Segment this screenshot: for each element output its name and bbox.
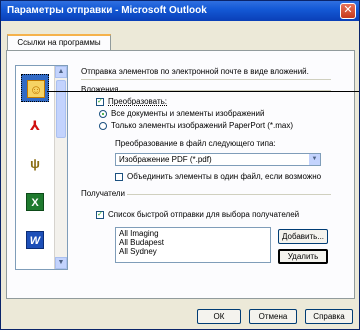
scroll-thumb[interactable]: [56, 80, 66, 138]
word-icon: W: [26, 231, 44, 249]
combine-checkbox[interactable]: [115, 173, 123, 181]
recipients-heading: Получатели: [81, 189, 126, 198]
scroll-up-icon[interactable]: ▲: [55, 66, 67, 78]
radio-paperport-only[interactable]: [99, 122, 107, 130]
radio-all-label: Все документы и элементы изображений: [111, 109, 265, 118]
list-item[interactable]: All Budapest: [119, 238, 267, 247]
list-item[interactable]: All Imaging: [119, 229, 267, 238]
combine-label: Объединить элементы в один файл, если во…: [127, 172, 322, 181]
app-item-paint[interactable]: ψ: [21, 150, 49, 178]
add-recipient-button[interactable]: Добавить...: [278, 229, 328, 244]
format-dropdown[interactable]: Изображение PDF (*.pdf) ▼: [115, 153, 321, 166]
chevron-down-icon[interactable]: ▼: [309, 154, 320, 165]
divider: [81, 79, 331, 80]
send-options-dialog: Параметры отправки - Microsoft Outlook ✕…: [0, 0, 360, 330]
divider: [127, 194, 331, 195]
divider: [119, 90, 331, 91]
close-icon: ✕: [343, 4, 353, 16]
scroll-down-icon[interactable]: ▼: [55, 257, 67, 269]
convert-to-label: Преобразование в файл следующего типа:: [115, 139, 276, 148]
convert-checkbox[interactable]: ✓: [96, 98, 104, 106]
attachments-heading: Вложения: [81, 85, 119, 94]
app-item-excel[interactable]: X: [21, 188, 49, 216]
radio-paperport-label: Только элементы изображений PaperPort (*…: [111, 121, 294, 130]
list-item[interactable]: All Sydney: [119, 247, 267, 256]
title-bar: Параметры отправки - Microsoft Outlook ✕: [1, 1, 359, 21]
window-title: Параметры отправки - Microsoft Outlook: [7, 5, 207, 16]
app-item-paperport[interactable]: ☺: [21, 74, 49, 102]
radio-all-documents[interactable]: [99, 110, 107, 118]
quicklist-label: Список быстрой отправки для выбора получ…: [108, 210, 300, 219]
format-value: Изображение PDF (*.pdf): [119, 155, 212, 164]
paint-icon: ψ: [30, 156, 40, 171]
convert-label: Преобразовать:: [108, 97, 168, 106]
application-list[interactable]: ☺ ⅄ ψ X W ▲ ▼: [15, 65, 68, 270]
ok-button[interactable]: ОК: [197, 309, 241, 324]
description-text: Отправка элементов по электронной почте …: [81, 67, 309, 76]
close-button[interactable]: ✕: [340, 3, 356, 19]
app-item-acrobat[interactable]: ⅄: [21, 112, 49, 140]
quicklist-checkbox[interactable]: ✓: [96, 211, 104, 219]
cancel-button[interactable]: Отмена: [249, 309, 297, 324]
remove-recipient-button[interactable]: Удалить: [278, 249, 328, 264]
acrobat-icon: ⅄: [30, 118, 40, 133]
excel-icon: X: [26, 193, 44, 211]
tab-program-links[interactable]: Ссылки на программы: [7, 34, 111, 50]
recipients-list[interactable]: All Imaging All Budapest All Sydney: [115, 227, 271, 263]
app-list-scrollbar[interactable]: ▲ ▼: [54, 66, 67, 269]
paperport-icon: ☺: [27, 80, 45, 98]
app-item-word[interactable]: W: [21, 226, 49, 254]
help-button[interactable]: Справка: [305, 309, 353, 324]
tab-label: Ссылки на программы: [17, 38, 101, 47]
